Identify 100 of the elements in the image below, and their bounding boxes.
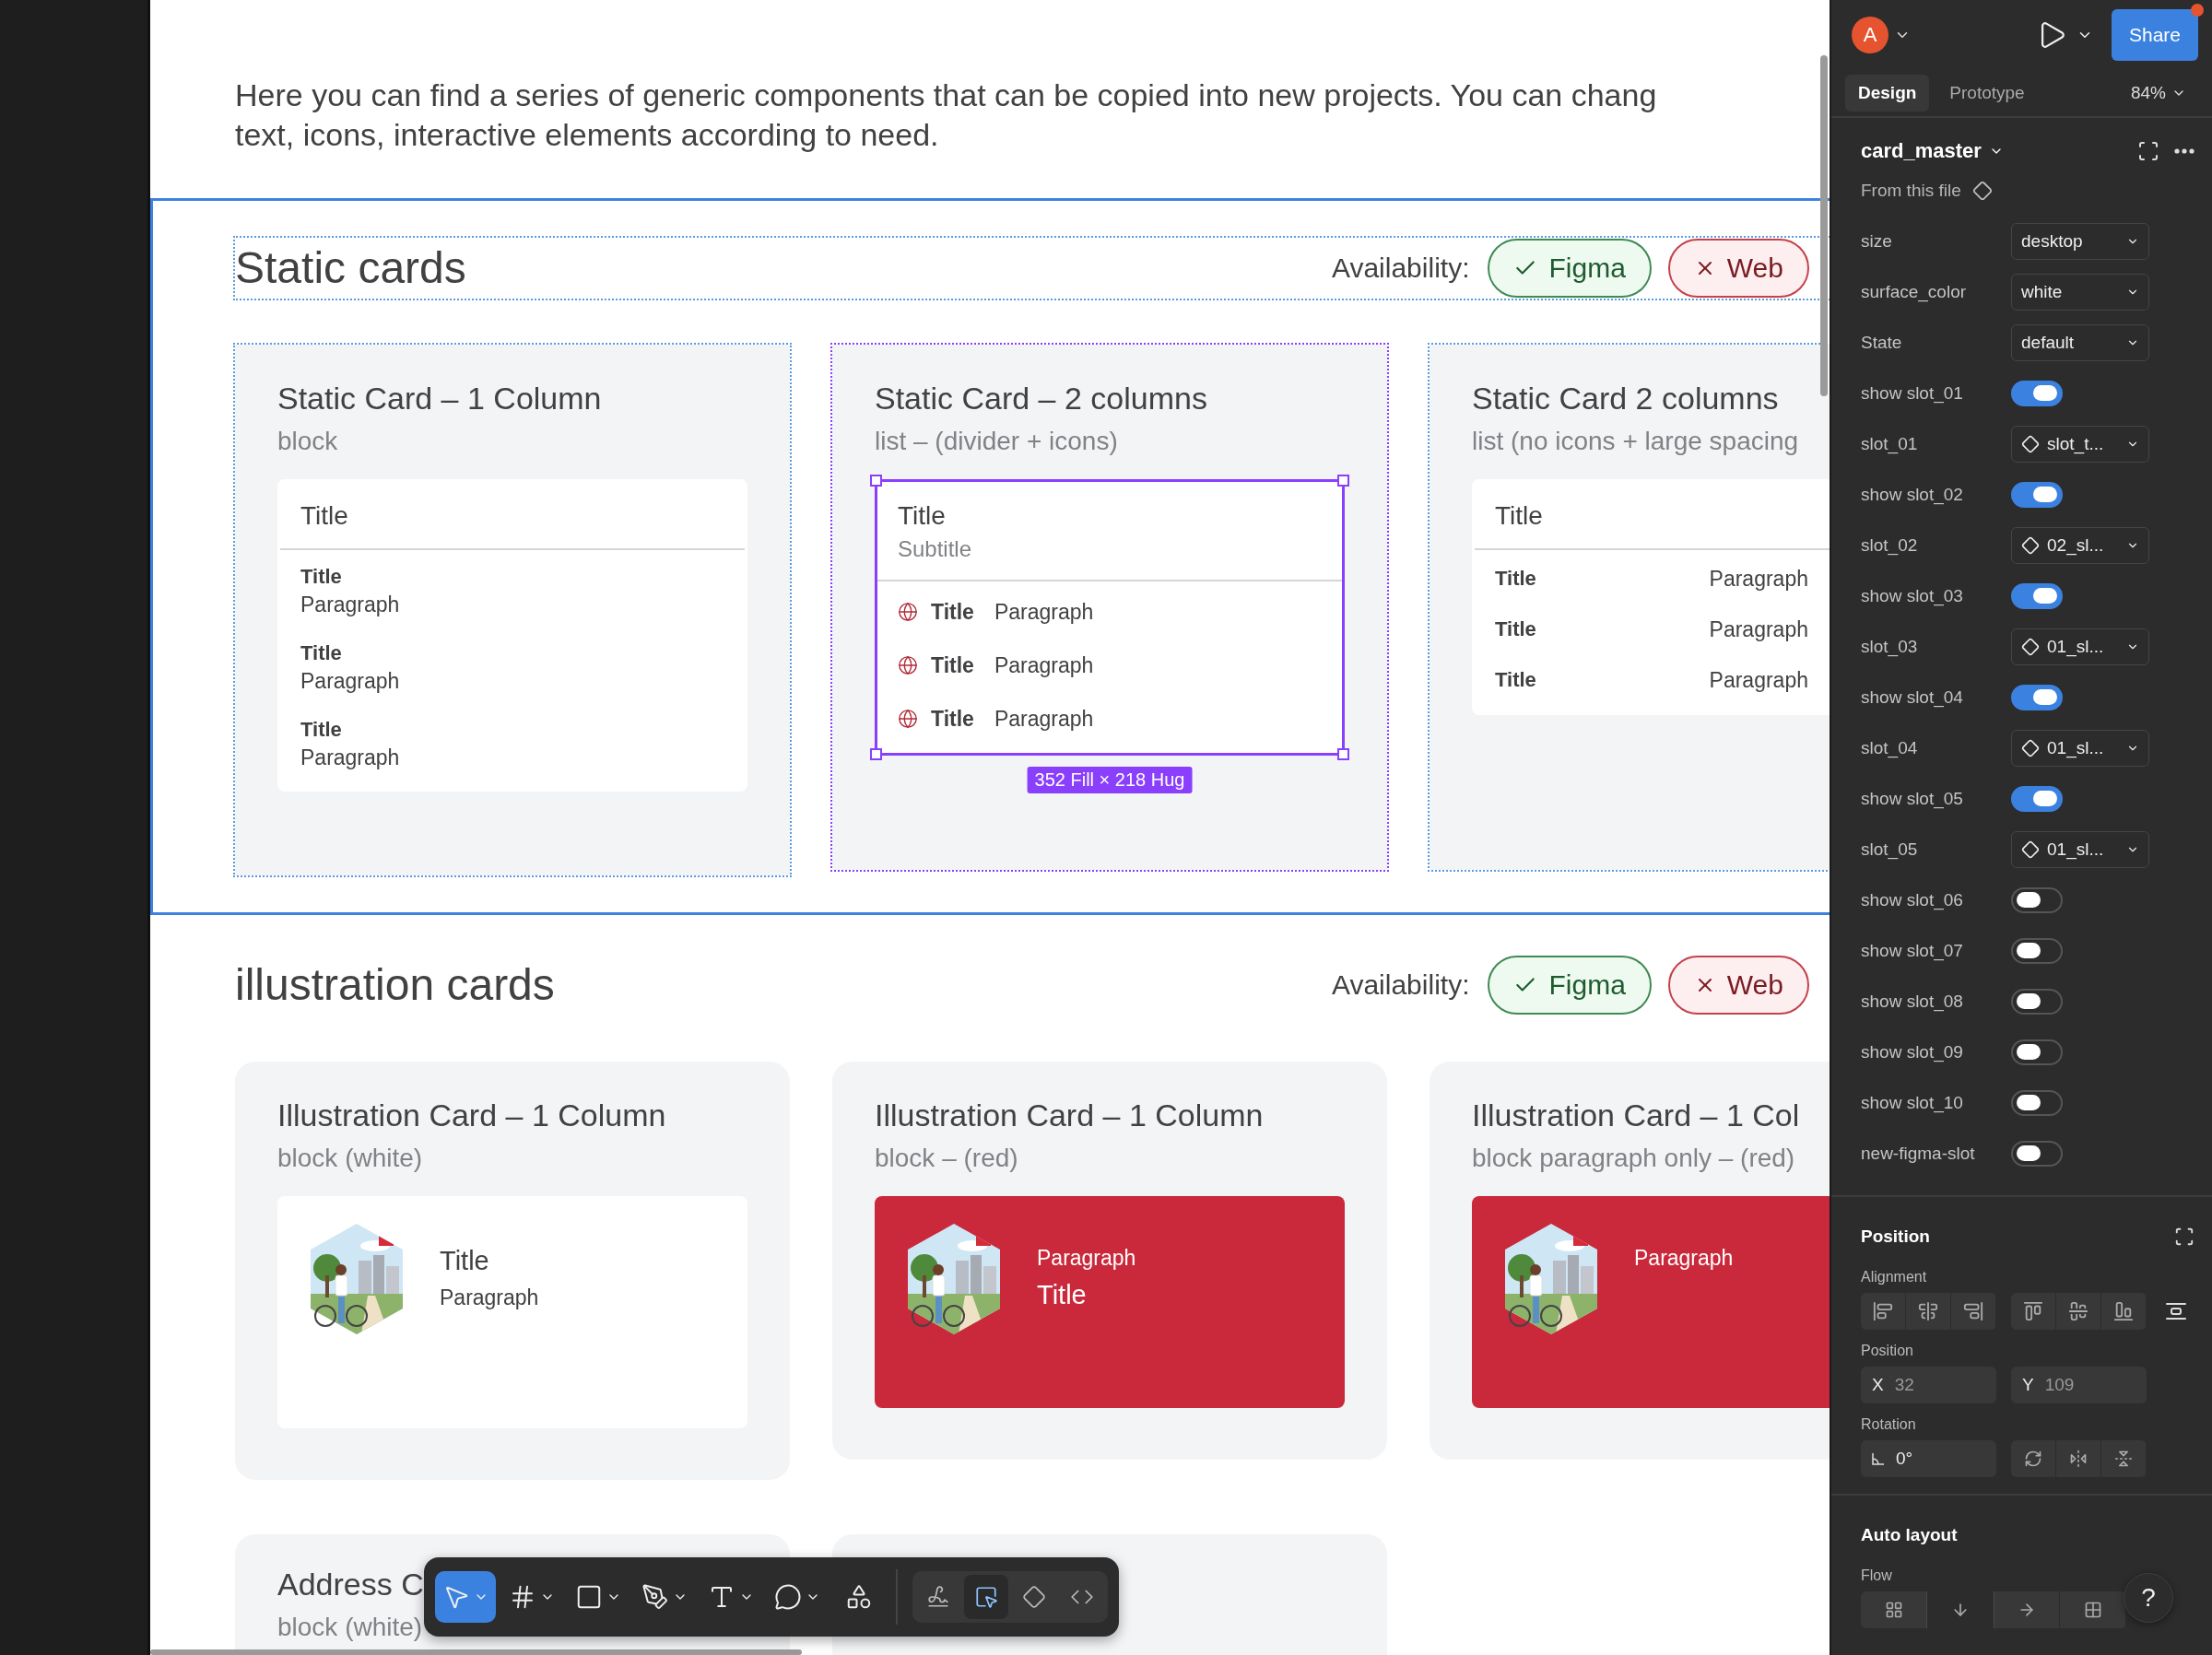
selection-handle[interactable] [870, 475, 882, 487]
square-icon [575, 1583, 603, 1611]
property-dropdown[interactable]: default [2011, 323, 2149, 361]
item-title: Title [300, 565, 343, 589]
item-title: Title [300, 718, 343, 742]
card-subtitle: list – (divider + icons) [875, 426, 1119, 457]
zoom-menu[interactable]: 84% [2124, 82, 2192, 104]
field-label: Rotation [1860, 1415, 1917, 1434]
card-title: Illustration Card – 1 Column [875, 1097, 1265, 1133]
account-menu[interactable]: A [1852, 17, 1911, 53]
card-subtitle: block paragraph only – (red) [1472, 1143, 1796, 1174]
property-dropdown[interactable]: 01_sl... [2011, 628, 2149, 665]
field-label: Position [1860, 1342, 1914, 1360]
selection-handle[interactable] [1337, 748, 1349, 760]
card-subtitle: block [277, 426, 339, 457]
item-title: Title [1495, 668, 1536, 692]
item-title: Title [931, 652, 974, 678]
panel-paragraph: Paragraph [440, 1285, 539, 1310]
align-right-icon [1963, 1301, 1983, 1321]
scrollbar[interactable] [150, 1649, 802, 1655]
align-top-icon [2023, 1301, 2043, 1321]
scrollbar[interactable] [1820, 55, 1828, 396]
availability-chip: Figma [1488, 239, 1652, 298]
diamond-icon [2021, 738, 2040, 757]
property-dropdown[interactable]: desktop [2011, 222, 2149, 260]
diamond-icon [2021, 535, 2040, 555]
toggle-switch[interactable] [2011, 481, 2063, 508]
item-paragraph: Paragraph [300, 593, 401, 617]
availability-chip: Figma [1488, 956, 1652, 1015]
property-dropdown[interactable]: slot_t... [2011, 425, 2149, 463]
selection-handle[interactable] [870, 748, 882, 760]
item-paragraph: Paragraph [1709, 616, 1808, 642]
toggle-switch[interactable] [2011, 988, 2063, 1015]
mode-button[interactable] [964, 1575, 1008, 1619]
align-bottom-icon [2113, 1301, 2134, 1321]
flip-vertical-icon [2114, 1450, 2133, 1468]
shapes-icon [845, 1583, 873, 1611]
distribute-icon [2165, 1300, 2187, 1322]
property-label: show slot_01 [1861, 382, 1964, 404]
align-left-icon [1873, 1301, 1893, 1321]
x-field[interactable]: X 32 [1861, 1367, 1996, 1403]
property-dropdown[interactable]: 01_sl... [2011, 830, 2149, 868]
intro-text: Here you can find a series of generic components that can be copied into new projects. You can chang [235, 76, 1658, 114]
availability-label: Availability: [1331, 252, 1470, 284]
diamond-icon [2021, 434, 2040, 453]
card-title: Static Card – 1 Column [277, 380, 603, 417]
diamond-icon [1971, 181, 1993, 201]
toggle-switch[interactable] [2011, 785, 2063, 812]
property-label: slot_03 [1861, 636, 1919, 657]
toggle-switch[interactable] [2011, 684, 2063, 710]
item-title: Title [931, 599, 974, 625]
toggle-switch[interactable] [2011, 582, 2063, 609]
share-button[interactable]: Share [2112, 9, 2198, 61]
flip-horizontal-icon [2069, 1450, 2088, 1468]
section-heading: Auto layout [1861, 1525, 1958, 1545]
property-dropdown[interactable]: 01_sl... [2011, 729, 2149, 767]
panel-paragraph: Paragraph [1634, 1246, 1734, 1271]
property-dropdown[interactable]: 02_sl... [2011, 526, 2149, 564]
property-label: slot_04 [1861, 737, 1919, 758]
align-middle-icon [2068, 1301, 2088, 1321]
component-name[interactable]: card_master [1861, 139, 2004, 163]
property-label: surface_color [1861, 281, 1968, 302]
property-label: slot_05 [1861, 839, 1919, 860]
toggle-switch[interactable] [2011, 1140, 2063, 1167]
item-paragraph: Paragraph [300, 745, 401, 770]
toggle-switch[interactable] [2011, 937, 2063, 964]
panel-tab[interactable]: Prototype [1936, 75, 2038, 112]
toggle-switch[interactable] [2011, 380, 2063, 406]
panel-title: Title [898, 500, 947, 532]
tool-button[interactable] [435, 1571, 496, 1623]
panel-tab[interactable]: Design [1845, 75, 1930, 112]
toggle-switch[interactable] [2011, 886, 2063, 913]
property-label: show slot_09 [1861, 1041, 1964, 1062]
property-label: slot_02 [1861, 534, 1919, 556]
property-label: show slot_05 [1861, 788, 1964, 809]
property-label: show slot_04 [1861, 687, 1964, 708]
toggle-switch[interactable] [2011, 1039, 2063, 1065]
angle-icon [1872, 1452, 1885, 1465]
card-title: Illustration Card – 1 Col [1472, 1097, 1801, 1133]
pen-icon [641, 1583, 669, 1611]
property-dropdown[interactable]: white [2011, 273, 2149, 311]
property-label: show slot_03 [1861, 585, 1964, 606]
help-button[interactable]: ? [2124, 1573, 2173, 1623]
toggle-switch[interactable] [2011, 1089, 2063, 1116]
item-paragraph: Paragraph [994, 599, 1094, 625]
field-label: Alignment [1860, 1268, 1928, 1286]
flow-icon [2083, 1601, 2102, 1619]
card-title: Static Card – 2 columns [875, 380, 1208, 417]
y-field[interactable]: Y 109 [2011, 1367, 2147, 1403]
selection-handle[interactable] [1337, 475, 1349, 487]
property-label: slot_01 [1861, 433, 1919, 454]
rotation-field[interactable]: 0° [1861, 1440, 1996, 1477]
size-badge: 352 Fill × 218 Hug [1027, 767, 1193, 793]
panel-paragraph: Paragraph [1037, 1246, 1136, 1271]
flow-icon [1884, 1601, 1903, 1619]
panel-title: Title [1495, 500, 1544, 532]
diamond-icon [1022, 1585, 1046, 1609]
card-subtitle: block (white) [277, 1612, 423, 1643]
card-subtitle: list (no icons + large spacing [1472, 426, 1800, 457]
panel-title: Title [300, 500, 349, 532]
